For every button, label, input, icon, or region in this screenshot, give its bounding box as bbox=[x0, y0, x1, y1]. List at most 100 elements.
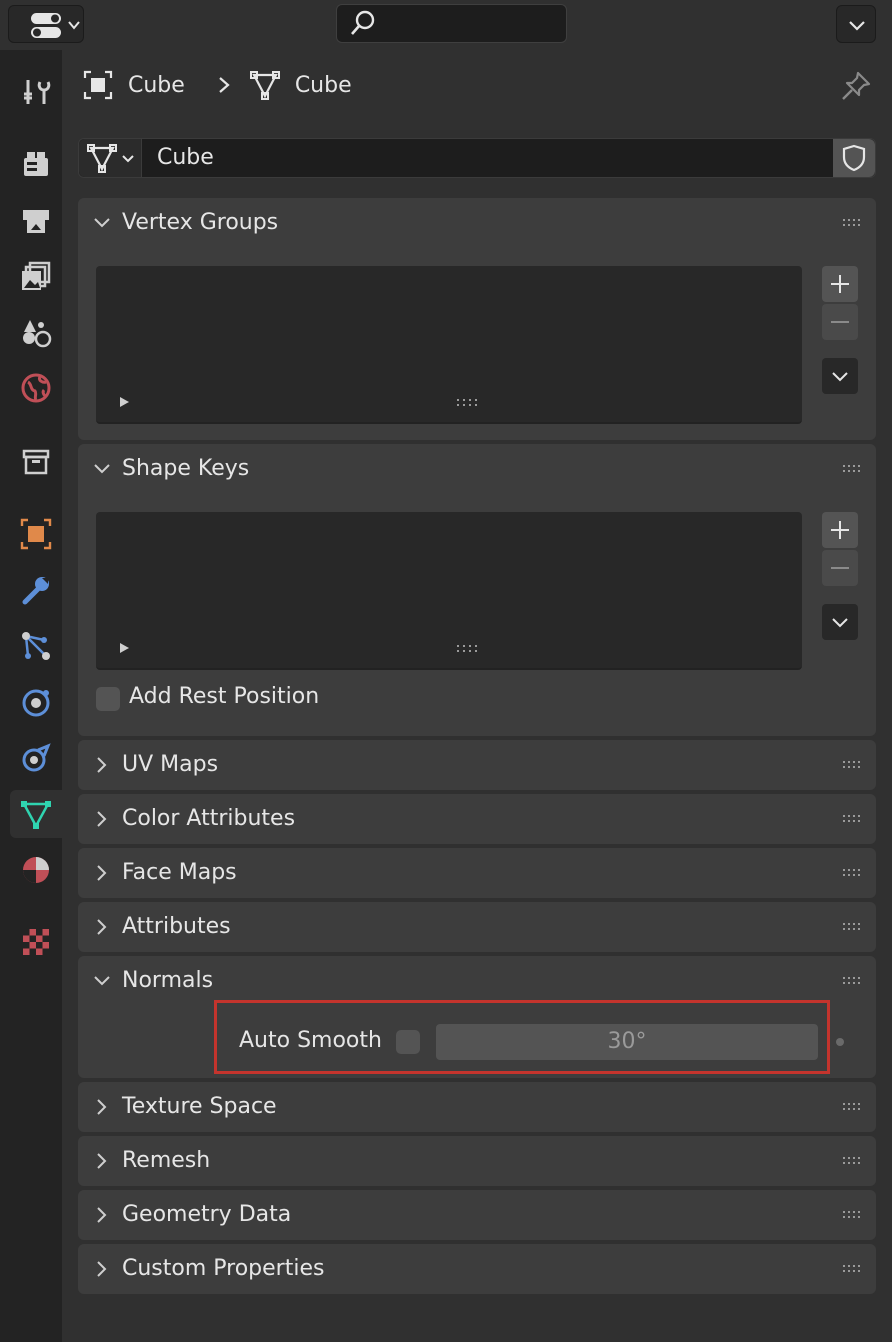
remove-vertex-group-button[interactable] bbox=[822, 304, 858, 340]
drag-grip-icon[interactable] bbox=[842, 1156, 862, 1166]
collection-tab[interactable] bbox=[10, 438, 62, 486]
vertex-groups-list[interactable] bbox=[96, 266, 802, 424]
material-tab[interactable] bbox=[10, 846, 62, 894]
add-rest-position-checkbox[interactable] bbox=[96, 687, 120, 711]
chevron-right-icon bbox=[97, 1261, 107, 1277]
face-maps-panel[interactable]: Face Maps bbox=[78, 848, 876, 898]
drag-grip-icon[interactable] bbox=[842, 760, 862, 770]
vertex-groups-header[interactable]: Vertex Groups bbox=[78, 198, 876, 248]
tool-tab[interactable] bbox=[10, 68, 62, 116]
world-tab[interactable] bbox=[10, 364, 62, 412]
shape-keys-list[interactable] bbox=[96, 512, 802, 670]
scene-icon bbox=[23, 320, 52, 348]
physics-icon bbox=[22, 689, 50, 717]
resize-grip-icon[interactable] bbox=[456, 644, 478, 654]
particles-tab[interactable] bbox=[10, 622, 62, 670]
remove-shape-key-button[interactable] bbox=[822, 550, 858, 586]
options-dropdown-button[interactable] bbox=[836, 5, 876, 43]
mesh-data-icon bbox=[249, 71, 280, 100]
physics-tab[interactable] bbox=[10, 678, 62, 726]
color-attributes-panel[interactable]: Color Attributes bbox=[78, 794, 876, 844]
keyframe-dot-icon[interactable] bbox=[836, 1038, 844, 1046]
minus-icon bbox=[831, 567, 849, 569]
editor-type-button[interactable] bbox=[8, 5, 84, 43]
normals-header[interactable]: Normals bbox=[78, 956, 876, 1006]
chevron-right-icon bbox=[219, 77, 230, 93]
chevron-right-icon bbox=[97, 1153, 107, 1169]
search-icon bbox=[351, 10, 375, 35]
breadcrumb-mesh-name: Cube bbox=[294, 72, 352, 98]
shape-keys-panel: Shape Keys Add Rest Position bbox=[78, 444, 876, 736]
chevron-right-icon bbox=[97, 865, 107, 881]
constraints-tab[interactable] bbox=[10, 734, 62, 782]
pin-button[interactable] bbox=[838, 68, 874, 104]
drag-grip-icon[interactable] bbox=[842, 976, 862, 986]
data-tab[interactable] bbox=[10, 790, 62, 838]
chevron-right-icon bbox=[97, 1207, 107, 1223]
panel-title: Attributes bbox=[122, 914, 231, 939]
output-tab[interactable] bbox=[10, 196, 62, 244]
particles-icon bbox=[22, 632, 50, 660]
scene-tab[interactable] bbox=[10, 308, 62, 356]
drag-grip-icon[interactable] bbox=[842, 922, 862, 932]
modifiers-tab[interactable] bbox=[10, 566, 62, 614]
panel-title: Normals bbox=[122, 968, 214, 993]
fake-user-button[interactable] bbox=[833, 139, 875, 177]
attributes-panel[interactable]: Attributes bbox=[78, 902, 876, 952]
drag-grip-icon[interactable] bbox=[842, 1264, 862, 1274]
triangle-right-icon[interactable] bbox=[118, 396, 130, 408]
shape-keys-header[interactable]: Shape Keys bbox=[78, 444, 876, 494]
drag-grip-icon[interactable] bbox=[842, 1210, 862, 1220]
render-icon bbox=[24, 152, 48, 176]
panel-title: Custom Properties bbox=[122, 1256, 325, 1281]
vertex-group-specials-button[interactable] bbox=[822, 358, 858, 394]
chevron-down-icon bbox=[832, 618, 848, 628]
plus-icon bbox=[831, 521, 849, 539]
chevron-down-icon bbox=[94, 976, 110, 986]
properties-editor-icon bbox=[31, 13, 80, 38]
drag-grip-icon[interactable] bbox=[842, 464, 862, 474]
object-icon bbox=[83, 70, 113, 100]
chevron-down-icon bbox=[832, 372, 848, 382]
render-tab[interactable] bbox=[10, 140, 62, 188]
drag-grip-icon[interactable] bbox=[842, 1102, 862, 1112]
panel-title: Shape Keys bbox=[122, 456, 250, 481]
view-layer-tab[interactable] bbox=[10, 252, 62, 300]
geometry-data-panel[interactable]: Geometry Data bbox=[78, 1190, 876, 1240]
minus-icon bbox=[831, 321, 849, 323]
add-vertex-group-button[interactable] bbox=[822, 266, 858, 302]
breadcrumb: Cube Cube bbox=[82, 62, 352, 108]
chevron-down-icon bbox=[849, 21, 865, 31]
drag-grip-icon[interactable] bbox=[842, 814, 862, 824]
chevron-right-icon bbox=[97, 919, 107, 935]
chevron-right-icon bbox=[97, 811, 107, 827]
highlight-box bbox=[214, 1000, 830, 1074]
add-shape-key-button[interactable] bbox=[822, 512, 858, 548]
panel-title: Color Attributes bbox=[122, 806, 296, 831]
texture-tab[interactable] bbox=[10, 918, 62, 966]
panel-title: Remesh bbox=[122, 1148, 211, 1173]
browse-mesh-button[interactable] bbox=[79, 139, 142, 177]
triangle-right-icon[interactable] bbox=[118, 642, 130, 654]
object-tab[interactable] bbox=[10, 510, 62, 558]
panel-title: Vertex Groups bbox=[122, 210, 279, 235]
drag-grip-icon[interactable] bbox=[842, 218, 862, 228]
resize-grip-icon[interactable] bbox=[456, 398, 478, 408]
uv-maps-panel[interactable]: UV Maps bbox=[78, 740, 876, 790]
remesh-panel[interactable]: Remesh bbox=[78, 1136, 876, 1186]
world-icon bbox=[21, 373, 51, 403]
shape-key-specials-button[interactable] bbox=[822, 604, 858, 640]
object-icon bbox=[20, 518, 52, 550]
vertex-groups-panel: Vertex Groups bbox=[78, 198, 876, 440]
texture-space-panel[interactable]: Texture Space bbox=[78, 1082, 876, 1132]
search-input[interactable] bbox=[336, 4, 567, 43]
drag-grip-icon[interactable] bbox=[842, 868, 862, 878]
mesh-name-field[interactable]: Cube bbox=[157, 139, 214, 177]
custom-properties-panel[interactable]: Custom Properties bbox=[78, 1244, 876, 1294]
plus-icon bbox=[831, 275, 849, 293]
collection-icon bbox=[22, 449, 50, 475]
breadcrumb-object-name: Cube bbox=[128, 72, 185, 98]
material-icon bbox=[23, 857, 49, 883]
mesh-data-icon bbox=[21, 801, 51, 829]
texture-icon bbox=[23, 929, 49, 955]
